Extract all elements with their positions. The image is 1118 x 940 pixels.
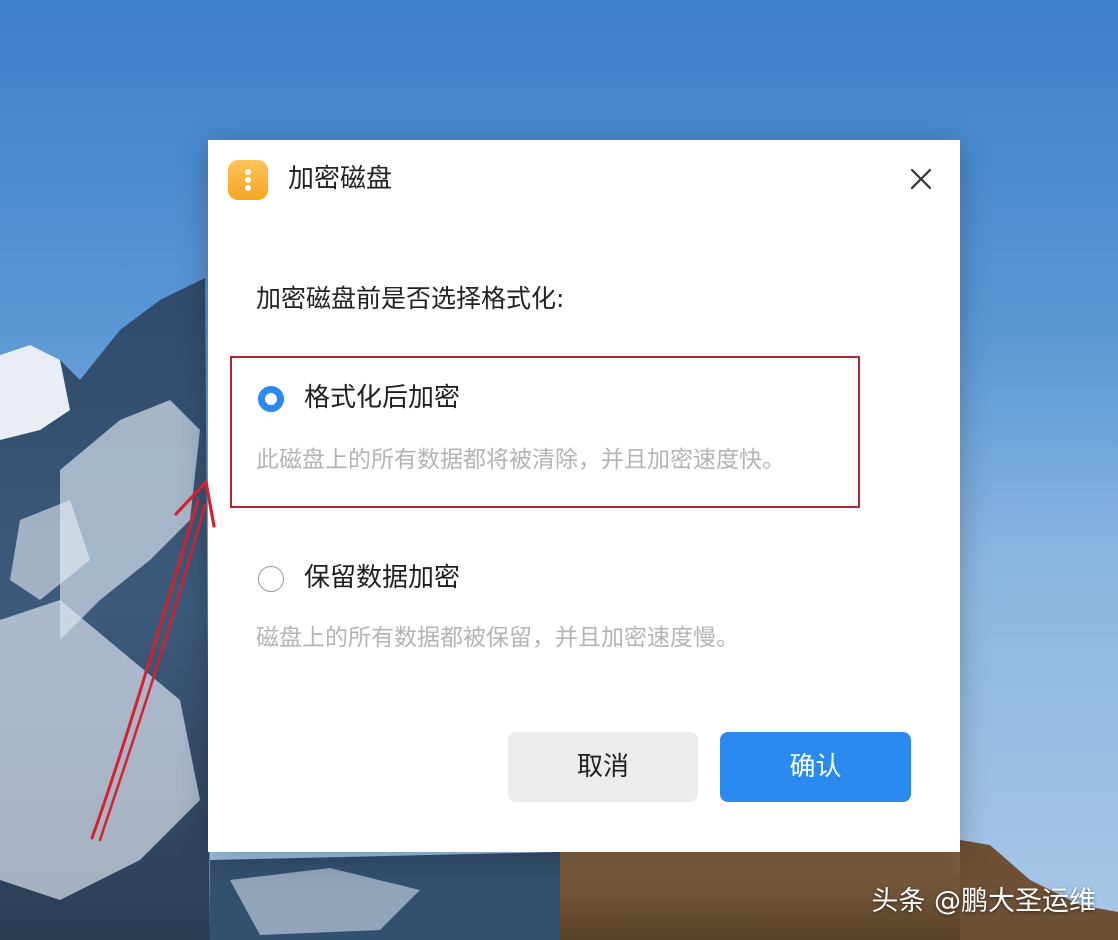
format-question: 加密磁盘前是否选择格式化: [256, 284, 565, 313]
app-icon-dot [245, 177, 251, 183]
option-description-keep-data: 磁盘上的所有数据都被保留，并且加密速度慢。 [256, 625, 739, 651]
close-icon [910, 168, 932, 190]
radio-keep-data-encrypt[interactable] [258, 566, 284, 592]
dialog-title: 加密磁盘 [288, 164, 393, 194]
option-label-format[interactable]: 格式化后加密 [304, 380, 460, 416]
highlight-box [230, 356, 860, 508]
watermark-text: 头条 @鹏大圣运维 [871, 886, 1096, 917]
confirm-button[interactable]: 确认 [720, 732, 911, 802]
app-icon-dot [245, 185, 251, 191]
cancel-button[interactable]: 取消 [508, 732, 698, 802]
encrypt-disk-dialog: 加密磁盘 加密磁盘前是否选择格式化: 格式化后加密 此磁盘上的所有数据都将被清除… [208, 140, 960, 852]
close-button[interactable] [904, 162, 938, 196]
option-label-keep-data[interactable]: 保留数据加密 [304, 560, 460, 596]
app-icon-dot [245, 169, 251, 175]
radio-format-then-encrypt[interactable] [258, 386, 284, 412]
option-description-format: 此磁盘上的所有数据都将被清除，并且加密速度快。 [256, 447, 785, 473]
app-icon [228, 160, 268, 200]
